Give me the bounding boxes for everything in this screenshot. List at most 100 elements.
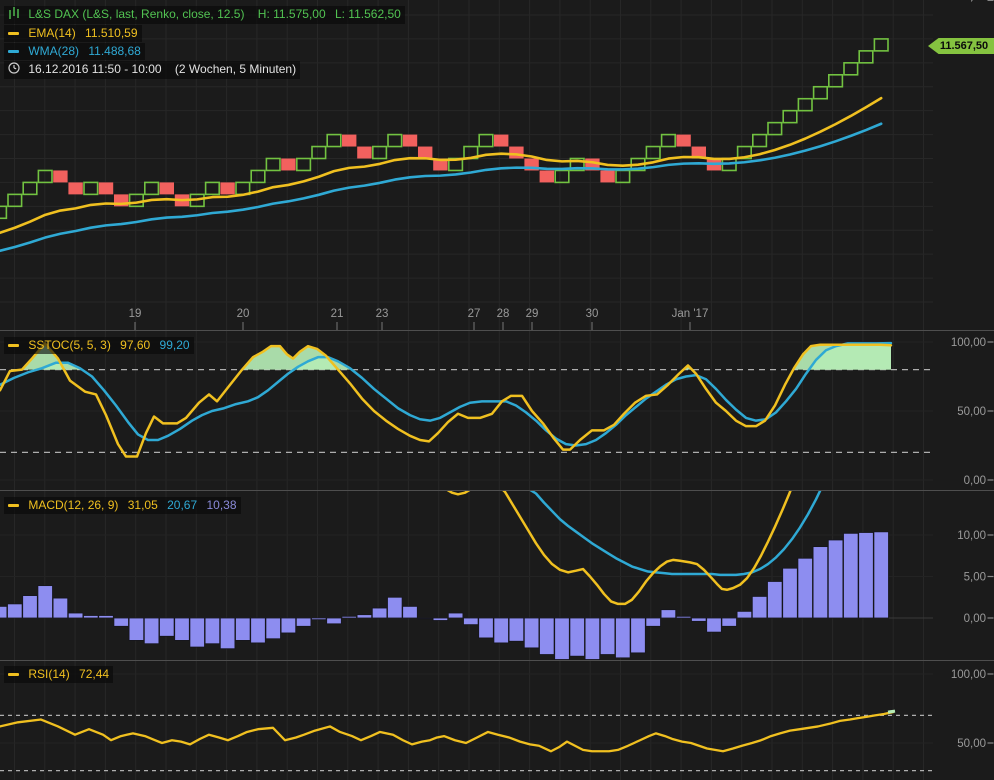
clock-icon [8,62,20,78]
rsi-line [0,712,893,751]
macd-axis-label: 0,00 [964,613,986,625]
macd-histogram-bar [616,618,631,658]
renko-up-brick [145,182,159,194]
macd-histogram-bar [372,608,387,618]
renko-up-brick [753,135,767,147]
renko-up-brick [130,194,144,206]
macd-histogram-bar [494,618,509,643]
rsi-axis-label: 100,00 [951,669,986,681]
macd-histogram-bar [357,615,372,618]
time-axis-label: 30 [586,308,599,320]
macd-histogram-bar [844,533,859,618]
macd-histogram-bar [220,618,235,649]
sstoc-d-line [0,343,891,445]
macd-histogram-bar [23,596,38,618]
macd-histogram-bar [68,613,83,618]
renko-up-brick [266,159,280,171]
macd-histogram-bar [828,540,843,618]
macd-hist-value: 10,38 [206,498,236,512]
renko-down-brick [357,147,371,159]
renko-down-brick [509,147,523,159]
renko-up-brick [814,87,828,99]
time-axis-label: 20 [237,308,250,320]
sstoc-axis-label: 100,00 [951,337,986,349]
macd-histogram-bar [722,618,737,626]
rsi-panel-chart[interactable]: 100,00 50,00 [0,661,994,780]
renko-down-brick [494,135,508,147]
current-price-badge: 11.567,50 [928,38,994,54]
macd-histogram-bar [813,547,828,618]
renko-up-brick [84,182,98,194]
rsi-legend-dash-icon [8,673,19,676]
macd-histogram-bar [144,618,159,644]
sstoc-axis-label: 0,00 [964,475,986,487]
main-chart-legend: L&S DAX (L&S, last, Renko, close, 12.5) … [4,6,405,80]
renko-up-brick [555,170,569,182]
macd-histogram-bar [798,558,813,618]
macd-histogram-bar [388,597,403,618]
macd-histogram-bar [464,618,479,625]
trading-chart-window: 1920212327282930Jan '1711.600,0011.575,0… [0,0,994,780]
renko-up-brick [768,123,782,135]
time-axis-label: 19 [129,308,142,320]
macd-histogram-bar [190,618,205,647]
macd-histogram-bar [509,618,524,641]
sstoc-axis-label: 50,00 [957,406,986,418]
datetime-range: 16.12.2016 11:50 - 10:00 [28,62,161,76]
macd-histogram-bar [327,618,342,624]
macd-histogram-bar [205,618,220,644]
renko-up-brick [874,39,888,51]
macd-histogram-bar [236,618,251,640]
renko-up-brick [373,147,387,159]
rsi-legend: RSI(14) 72,44 [4,666,113,684]
ema-value: 11.510,59 [85,26,138,40]
macd-histogram-bar [342,616,357,618]
rsi-label: RSI(14) [28,667,69,681]
macd-histogram-bar [555,618,570,660]
macd-histogram-bar [312,618,327,620]
renko-up-brick [206,182,220,194]
renko-up-brick [829,75,843,87]
sstoc-d-value: 99,20 [160,338,190,352]
renko-down-brick [418,147,432,159]
renko-down-brick [160,182,174,194]
macd-histogram-bar [266,618,281,639]
macd-histogram-bar [175,618,190,640]
macd-histogram-bar [129,618,144,640]
macd-histogram-bar [737,611,752,618]
macd-histogram-bar [646,618,661,626]
rsi-axis-label: 50,00 [957,738,986,750]
wma-value: 11.488,68 [88,44,141,58]
macd-panel-chart[interactable]: 10,005,000,00 [0,491,994,661]
macd-histogram-bar [84,616,99,618]
renko-up-brick [251,170,265,182]
stochastic-legend: SSTOC(5, 5, 3) 97,60 99,20 [4,337,194,355]
macd-histogram-bar [585,618,600,660]
renko-up-brick [662,135,676,147]
wma-legend-dash-icon [8,50,19,53]
high-value: H: 11.575,00 [258,7,326,21]
macd-histogram-bar [859,533,874,618]
macd-histogram-bar [707,618,722,632]
macd-histogram-bar [433,618,448,620]
macd-histogram-bar [8,604,23,618]
instrument-title: L&S DAX (L&S, last, Renko, close, 12.5) [28,7,244,21]
macd-histogram-bar [99,616,114,618]
macd-histogram-bar [281,618,296,633]
macd-histogram-bar [570,618,585,656]
macd-legend: MACD(12, 26, 9) 31,05 20,67 10,38 [4,497,241,515]
renko-up-brick [859,51,873,63]
macd-histogram-bar [53,598,68,618]
renko-up-brick [479,135,493,147]
macd-histogram-bar [783,568,798,618]
time-axis-label: 23 [376,308,389,320]
macd-label: MACD(12, 26, 9) [28,498,118,512]
renko-up-brick [844,63,858,75]
macd-histogram-bar [540,618,555,655]
renko-up-brick [0,206,6,218]
ema-label: EMA(14) [28,26,75,40]
renko-down-brick [403,135,417,147]
current-price-value: 11.567,50 [940,40,988,52]
stochastic-panel-chart[interactable]: 100,00 50,00 0,00 [0,331,994,491]
instrument-icon [8,7,20,23]
